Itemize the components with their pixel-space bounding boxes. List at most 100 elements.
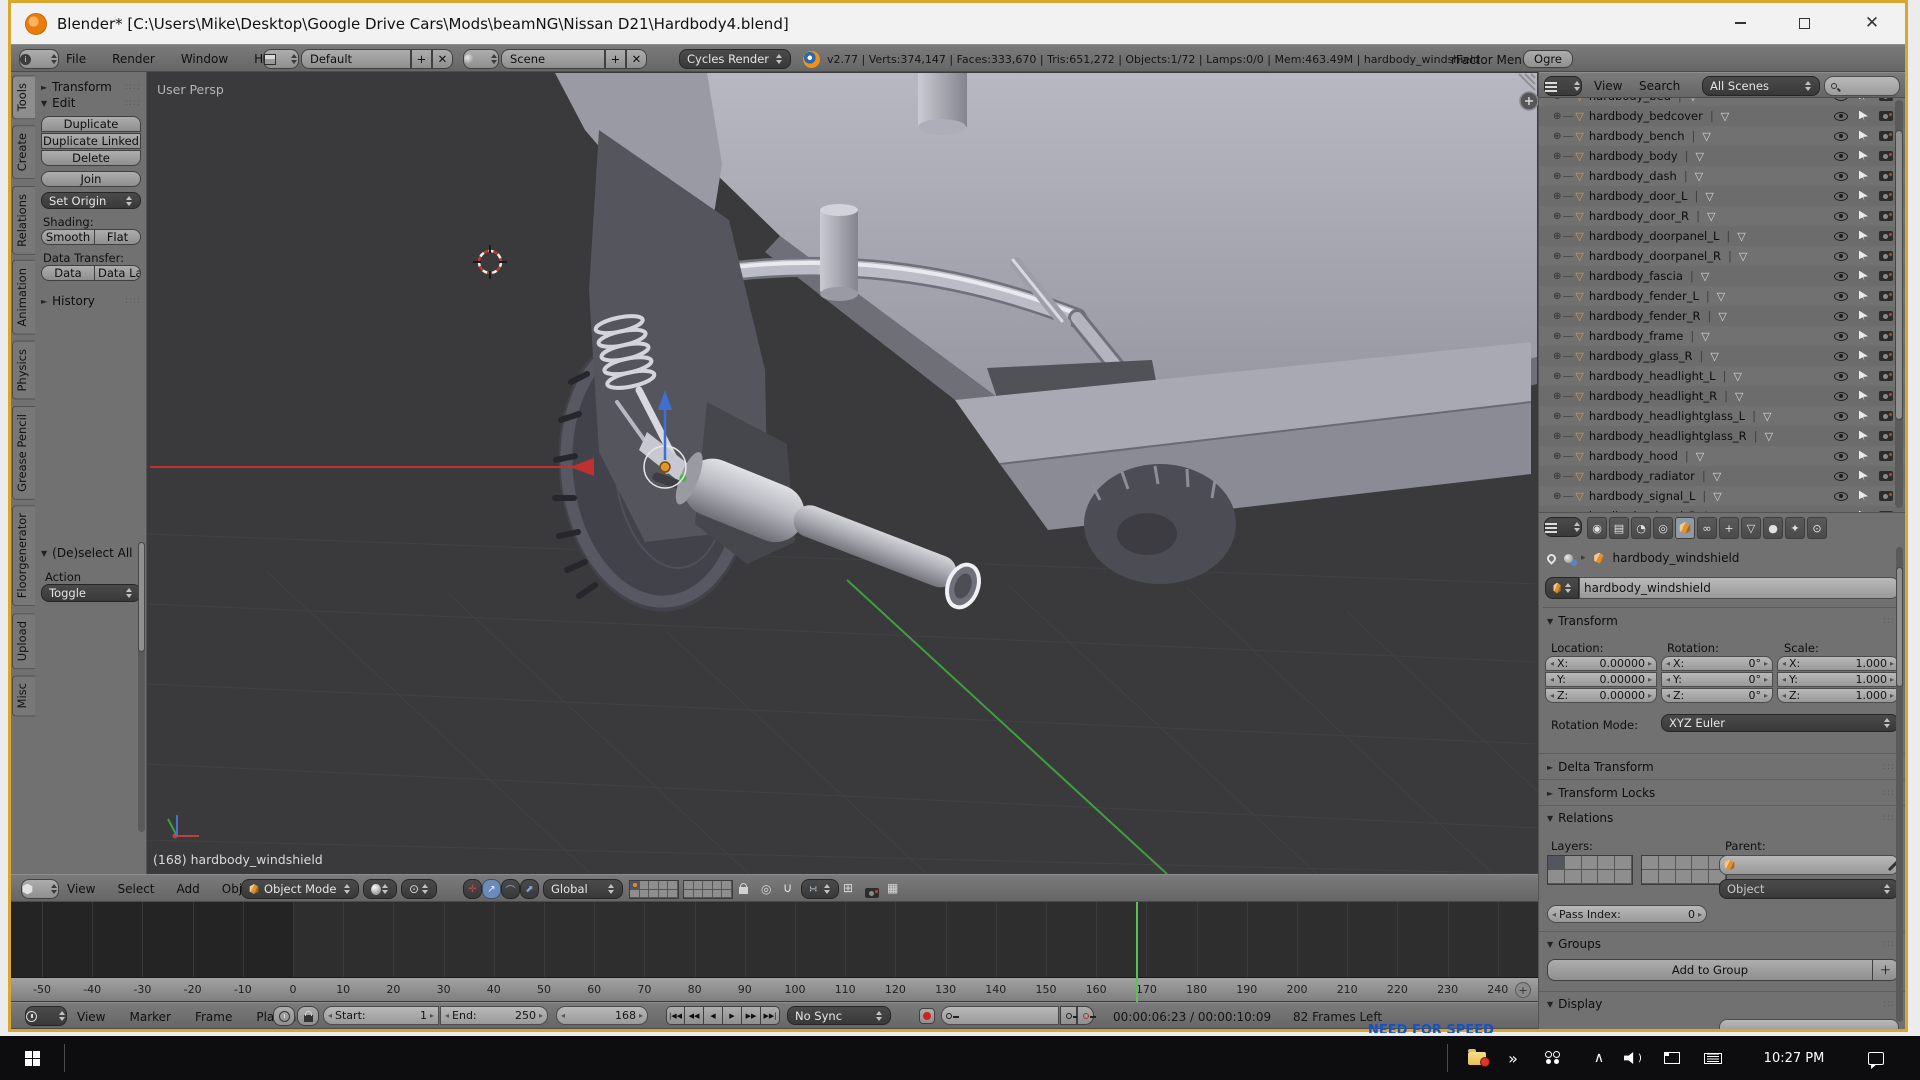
opengl-render-anim-button[interactable]: ▦	[887, 881, 898, 895]
constraints-tab[interactable]: ∞	[1697, 517, 1717, 539]
renderability-camera-icon[interactable]	[1879, 271, 1893, 281]
world-tab[interactable]: ◎	[1653, 517, 1673, 539]
tray-volume-icon[interactable]: )	[1618, 1036, 1648, 1080]
outliner-view-menu[interactable]: View	[1594, 79, 1622, 93]
selectability-cursor-icon[interactable]	[1859, 411, 1868, 422]
layers-grid-1[interactable]	[629, 880, 679, 899]
toolshelf-tab-animation[interactable]: Animation	[12, 260, 35, 335]
screen-layout-field[interactable]: Default	[301, 49, 411, 69]
layer-cell[interactable]	[1642, 870, 1659, 884]
menu-view[interactable]: View	[67, 882, 95, 896]
menu-window[interactable]: Window	[181, 52, 228, 66]
layer-cell[interactable]	[1582, 870, 1599, 884]
insert-keyframe-button[interactable]	[1060, 1006, 1077, 1025]
expand-icon[interactable]: ⊕	[1553, 251, 1561, 262]
timeline-playhead[interactable]	[1136, 902, 1138, 1002]
rfactor-menu[interactable]: rFactor Menu	[1451, 53, 1529, 67]
panel-groups[interactable]: ▼Groups::::	[1547, 937, 1899, 951]
rot-y-field[interactable]: ◂Y:0°▸	[1661, 672, 1773, 687]
action-dropdown[interactable]: Toggle	[41, 584, 141, 602]
layer-cell[interactable]	[1565, 856, 1582, 870]
layer-cell[interactable]	[722, 881, 732, 890]
visibility-eye-icon[interactable]	[1834, 272, 1848, 281]
layer-cell[interactable]	[722, 890, 732, 899]
selectability-cursor-icon[interactable]	[1859, 371, 1868, 382]
layer-cell[interactable]	[630, 881, 640, 890]
layer-cell[interactable]	[1598, 856, 1615, 870]
layer-cell[interactable]	[1615, 856, 1632, 870]
renderability-camera-icon[interactable]	[1879, 191, 1893, 201]
tray-overflow-chevron[interactable]: »	[1500, 1036, 1526, 1080]
editor-type-timeline-button[interactable]	[25, 1006, 67, 1026]
expand-icon[interactable]: ⊕	[1553, 491, 1561, 502]
play-reverse-button[interactable]: ◀	[704, 1006, 723, 1025]
rotation-mode-dropdown[interactable]: XYZ Euler	[1661, 714, 1899, 732]
expand-icon[interactable]: ⊕	[1553, 431, 1561, 442]
render-layers-tab[interactable]: ▤	[1609, 517, 1629, 539]
renderability-camera-icon[interactable]	[1879, 351, 1893, 361]
panel-transform[interactable]: ►Transform::::	[41, 80, 141, 94]
expand-icon[interactable]: ⊕	[1553, 271, 1561, 282]
record-button[interactable]	[919, 1008, 935, 1024]
rot-x-field[interactable]: ◂X:0°▸	[1661, 656, 1773, 671]
object-tab[interactable]	[1675, 517, 1695, 539]
selectability-cursor-icon[interactable]	[1859, 231, 1868, 242]
visibility-eye-icon[interactable]	[1834, 372, 1848, 381]
toolshelf-tab-misc[interactable]: Misc	[12, 675, 35, 716]
maximize-button[interactable]	[1781, 8, 1827, 38]
selectability-cursor-icon[interactable]	[1859, 111, 1868, 122]
renderability-camera-icon[interactable]	[1879, 431, 1893, 441]
action-center-button[interactable]	[1858, 1036, 1894, 1080]
outliner-row[interactable]: ⊕▽hardbody_headlightglass_L|▽	[1539, 406, 1905, 426]
editor-type-3dview-button[interactable]	[21, 879, 59, 899]
selectability-cursor-icon[interactable]	[1859, 311, 1868, 322]
layer-cell[interactable]	[649, 890, 659, 899]
ruler-expand-button[interactable]: +	[1515, 982, 1531, 998]
loc-y-field[interactable]: ◂Y:0.00000▸	[1545, 672, 1657, 687]
layer-cell[interactable]	[659, 881, 669, 890]
renderability-camera-icon[interactable]	[1879, 291, 1893, 301]
renderability-camera-icon[interactable]	[1879, 171, 1893, 181]
snap-target-button[interactable]: ⊞	[843, 881, 853, 895]
layer-cell[interactable]	[713, 881, 723, 890]
selectability-cursor-icon[interactable]	[1859, 331, 1868, 342]
display-partial-field[interactable]	[1719, 1019, 1899, 1029]
current-frame-field[interactable]: ◂168▸	[556, 1006, 648, 1025]
outliner-row[interactable]: ⊕▽hardbody_headlight_L|▽	[1539, 366, 1905, 386]
frame-end-field[interactable]: ◂End:250▸	[440, 1006, 548, 1025]
outliner-row[interactable]: ⊕▽hardbody_doorpanel_R|▽	[1539, 246, 1905, 266]
toolshelf-tab-physics[interactable]: Physics	[12, 341, 35, 400]
pin-icon[interactable]	[1545, 552, 1558, 565]
visibility-eye-icon[interactable]	[1834, 512, 1848, 513]
layer-cell[interactable]	[1615, 870, 1632, 884]
layer-cell[interactable]	[1598, 870, 1615, 884]
selectability-cursor-icon[interactable]	[1859, 251, 1868, 262]
outliner-row[interactable]: ⊕▽hardbody_door_L|▽	[1539, 186, 1905, 206]
viewport-3d[interactable]: User Persp (168) hardbody_windshield	[147, 72, 1538, 874]
visibility-eye-icon[interactable]	[1834, 412, 1848, 421]
visibility-eye-icon[interactable]	[1834, 352, 1848, 361]
expand-icon[interactable]: ⊕	[1553, 331, 1561, 342]
selectability-cursor-icon[interactable]	[1859, 151, 1868, 162]
tray-people-icon[interactable]	[1536, 1036, 1568, 1080]
outliner-row[interactable]: ⊕▽hardbody_bedcover|▽	[1539, 106, 1905, 126]
editor-type-info-button[interactable]: i	[19, 49, 59, 69]
layer-cell[interactable]	[668, 881, 678, 890]
layer-cell[interactable]	[703, 881, 713, 890]
panel-delta-transform[interactable]: ►Delta Transform::::	[1547, 760, 1899, 774]
timeline-ruler[interactable]: -50-40-30-20-100102030405060708090100110…	[11, 978, 1538, 1002]
play-button[interactable]: ▶	[723, 1006, 742, 1025]
layer-cell[interactable]	[668, 890, 678, 899]
toolshelf-tab-tools[interactable]: Tools	[12, 75, 35, 119]
renderability-camera-icon[interactable]	[1879, 391, 1893, 401]
renderability-camera-icon[interactable]	[1879, 471, 1893, 481]
toolshelf-scrollbar[interactable]	[138, 542, 145, 832]
timeline-track[interactable]	[11, 902, 1538, 978]
layer-cell[interactable]	[1676, 870, 1693, 884]
outliner-row[interactable]: ⊕▽hardbody_body|▽	[1539, 146, 1905, 166]
mode-dropdown[interactable]: Object Mode	[241, 879, 359, 899]
visibility-eye-icon[interactable]	[1834, 172, 1848, 181]
parent-type-dropdown[interactable]: Object	[1719, 879, 1899, 899]
outliner-row[interactable]: ⊕▽hardbody_doorpanel_L|▽	[1539, 226, 1905, 246]
outliner-row[interactable]: ⊕▽hardbody_fender_R|▽	[1539, 306, 1905, 326]
